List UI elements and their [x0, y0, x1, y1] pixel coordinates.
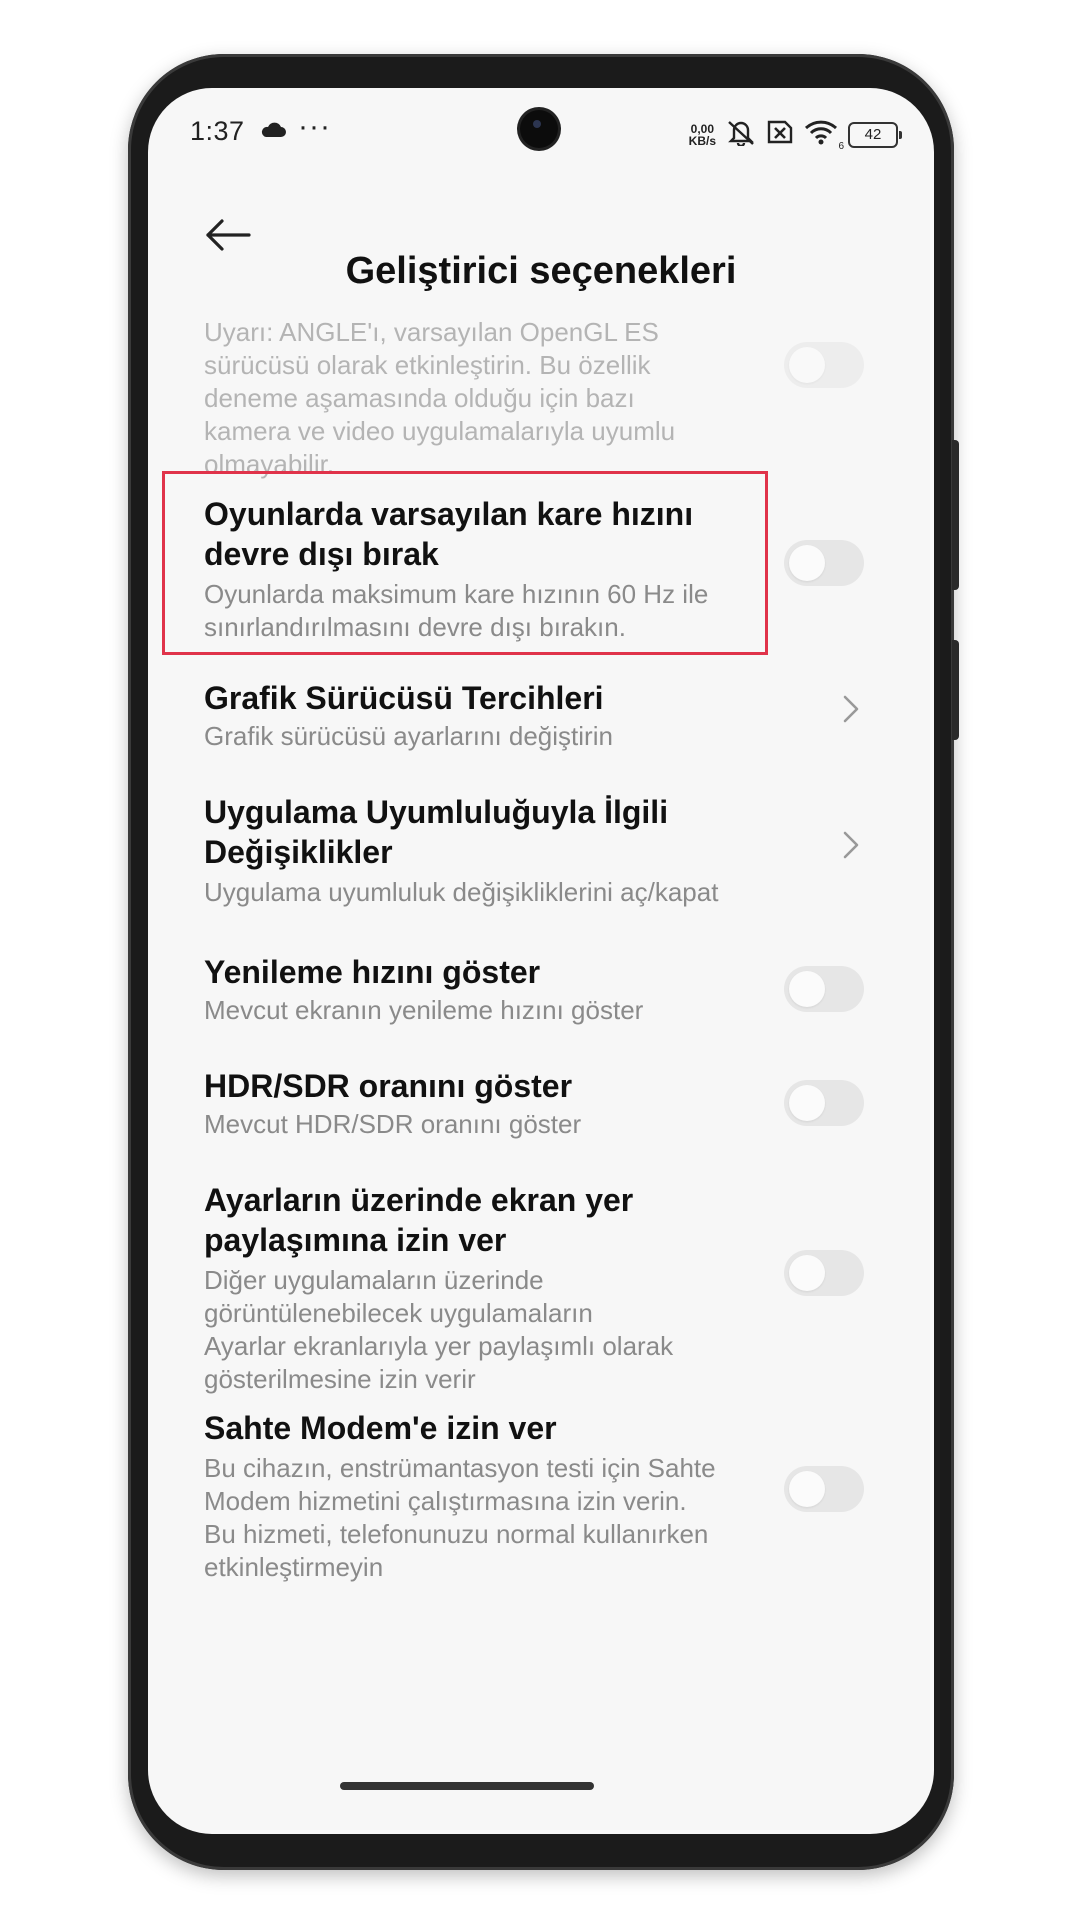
setting-angle-subtitle-1: Uyarı: ANGLE'ı, varsayılan OpenGL ES: [204, 317, 659, 347]
toggle-knob: [789, 971, 825, 1007]
status-bar: 1:37 ··· 0,00 KB/s 6 42: [148, 88, 934, 172]
setting-mock-modem-subtitle-1: Bu cihazın, enstrümantasyon testi için S…: [204, 1453, 716, 1483]
setting-game-frame-rate-title-1: Oyunlarda varsayılan kare hızını: [204, 496, 694, 532]
toggle-knob: [789, 1255, 825, 1291]
setting-mock-modem-subtitle-3: Bu hizmeti, telefonunuzu normal kullanır…: [204, 1519, 709, 1549]
setting-graphics-driver-subtitle: Grafik sürücüsü ayarlarını değiştirin: [204, 721, 613, 751]
setting-screen-share-overlay-subtitle-4: gösterilmesine izin verir: [204, 1364, 476, 1394]
setting-game-frame-rate-subtitle-1: Oyunlarda maksimum kare hızının 60 Hz il…: [204, 579, 709, 609]
battery-icon: 42: [848, 121, 902, 148]
setting-mock-modem-subtitle-4: etkinleştirmeyin: [204, 1552, 384, 1582]
setting-screen-share-overlay-subtitle-1: Diğer uygulamaların üzerinde: [204, 1265, 544, 1295]
front-camera: [520, 110, 558, 148]
toggle-game-frame-rate[interactable]: [784, 540, 864, 586]
page-title: Geliştirici seçenekleri: [345, 250, 737, 292]
setting-hdr-sdr-title: HDR/SDR oranını göster: [204, 1068, 573, 1104]
setting-app-compat-subtitle: Uygulama uyumluluk değişikliklerini aç/k…: [204, 877, 719, 907]
toggle-refresh-rate[interactable]: [784, 966, 864, 1012]
toggle-knob: [789, 347, 825, 383]
more-notifications-indicator: ···: [298, 110, 331, 143]
power-button: [952, 640, 959, 740]
app-bar: Geliştirici seçenekleri: [148, 172, 934, 312]
setting-game-frame-rate-title-2: devre dışı bırak: [204, 536, 439, 572]
net-speed-unit: KB/s: [688, 133, 716, 148]
setting-graphics-driver-title: Grafik Sürücüsü Tercihleri: [204, 680, 604, 716]
net-speed-value: 0,00: [690, 121, 714, 136]
setting-angle-subtitle-3: deneme aşamasında olduğu için bazı: [204, 383, 635, 413]
setting-screen-share-overlay-title-2: paylaşımına izin ver: [204, 1222, 507, 1258]
setting-app-compat-title-1: Uygulama Uyumluluğuyla İlgili: [204, 794, 669, 830]
toggle-angle[interactable]: [784, 342, 864, 388]
chevron-right-icon: [842, 830, 860, 865]
status-time: 1:37: [190, 116, 245, 146]
setting-game-frame-rate-subtitle-2: sınırlandırılmasını devre dışı bırakın.: [204, 612, 626, 642]
setting-screen-share-overlay-subtitle-2: görüntülenebilecek uygulamaların: [204, 1298, 593, 1328]
setting-mock-modem-title: Sahte Modem'e izin ver: [204, 1410, 557, 1446]
toggle-knob: [789, 1471, 825, 1507]
home-indicator[interactable]: [340, 1782, 594, 1790]
sim-error-icon: [766, 119, 794, 150]
volume-button: [952, 440, 959, 590]
setting-angle-subtitle-4: kamera ve video uygulamalarıyla uyumlu: [204, 416, 676, 446]
mute-icon: [726, 118, 756, 151]
cloud-icon: [260, 122, 286, 143]
setting-hdr-sdr-subtitle: Mevcut HDR/SDR oranını göster: [204, 1109, 582, 1139]
setting-mock-modem-subtitle-2: Modem hizmetini çalıştırmasına izin veri…: [204, 1486, 687, 1516]
wifi-icon: 6: [804, 119, 844, 152]
chevron-right-icon: [842, 694, 860, 729]
setting-refresh-rate-title: Yenileme hızını göster: [204, 954, 541, 990]
phone-screen: 1:37 ··· 0,00 KB/s 6 42 Geliştirici seçe…: [148, 88, 934, 1834]
toggle-mock-modem[interactable]: [784, 1466, 864, 1512]
setting-refresh-rate-subtitle: Mevcut ekranın yenileme hızını göster: [204, 995, 644, 1025]
toggle-knob: [789, 1085, 825, 1121]
setting-screen-share-overlay-subtitle-3: Ayarlar ekranlarıyla yer paylaşımlı olar…: [204, 1331, 674, 1361]
status-icons: 0,00 KB/s 6 42: [689, 118, 902, 152]
toggle-screen-share-overlay[interactable]: [784, 1250, 864, 1296]
toggle-knob: [789, 545, 825, 581]
setting-screen-share-overlay-title-1: Ayarların üzerinde ekran yer: [204, 1182, 634, 1218]
net-speed: 0,00 KB/s: [689, 123, 716, 147]
wifi-label: 6: [838, 141, 844, 152]
setting-app-compat-title-2: Değişiklikler: [204, 834, 393, 870]
toggle-hdr-sdr[interactable]: [784, 1080, 864, 1126]
setting-angle-subtitle-2: sürücüsü olarak etkinleştirin. Bu özelli…: [204, 350, 651, 380]
